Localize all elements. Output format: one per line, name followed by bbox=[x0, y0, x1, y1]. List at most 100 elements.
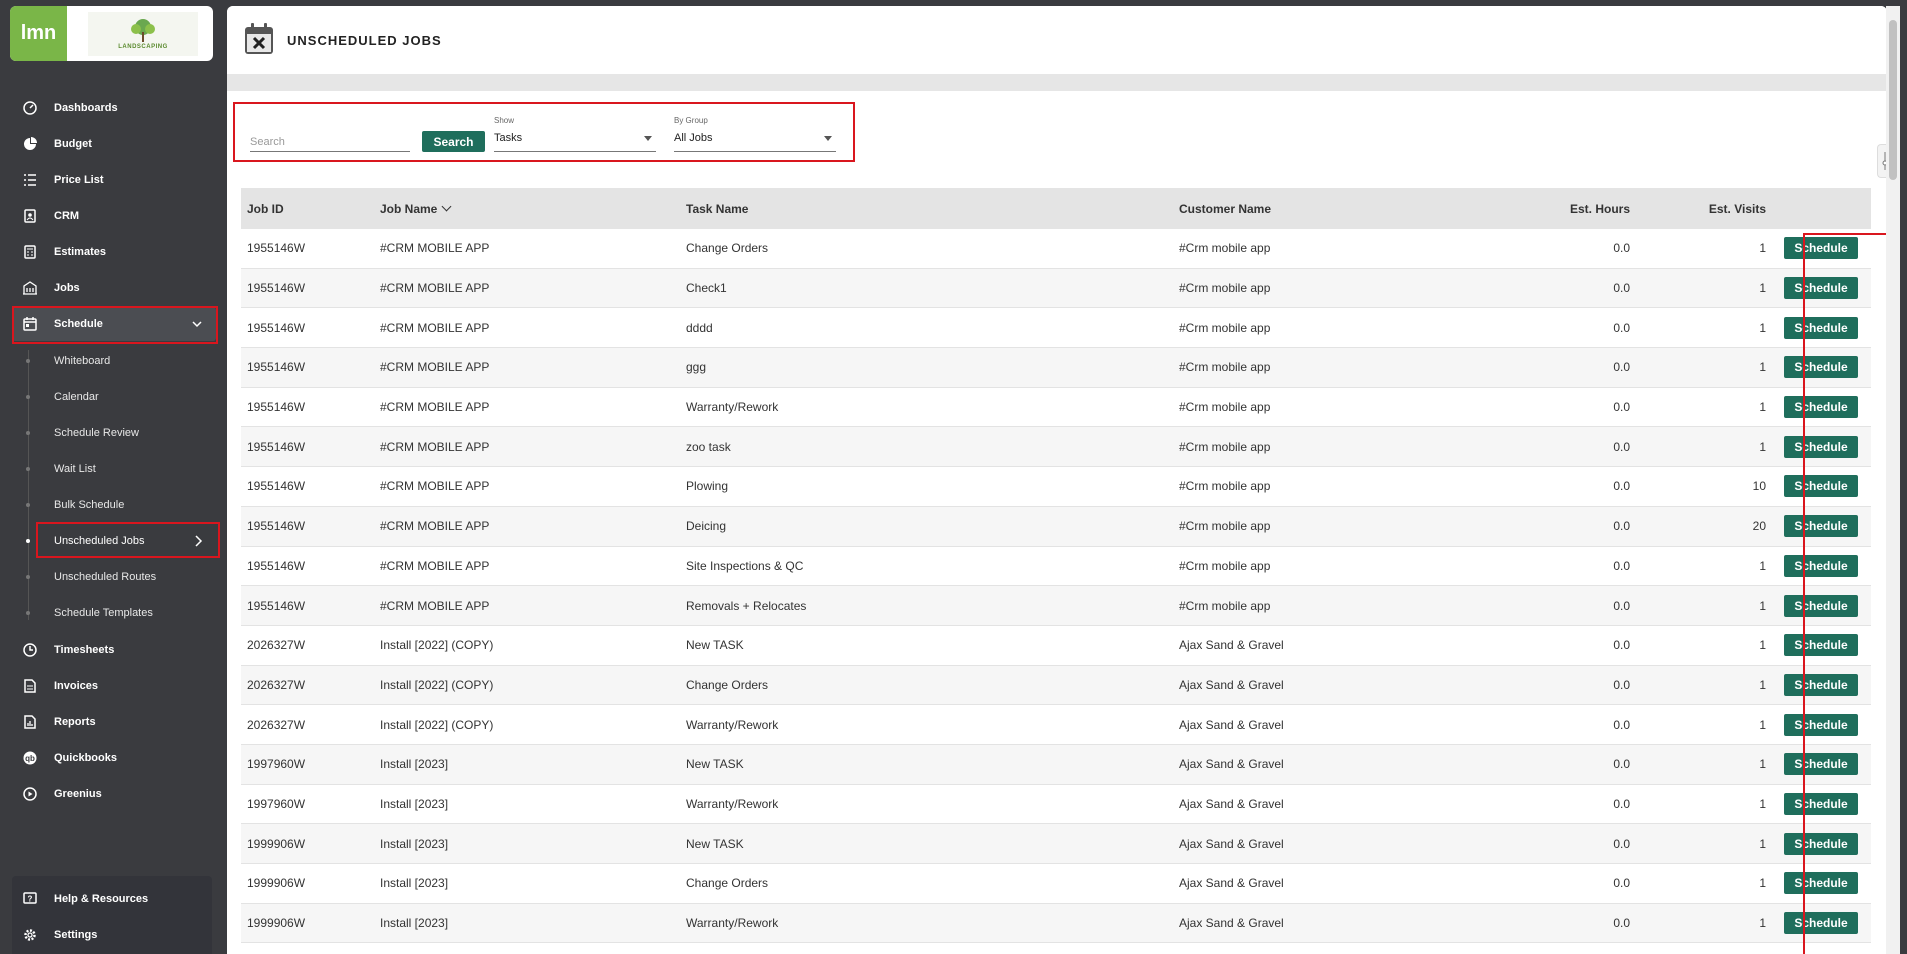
col-job-id[interactable]: Job ID bbox=[241, 202, 374, 216]
table-body: 1955146W #CRM MOBILE APP Change Orders #Crm… bbox=[241, 229, 1871, 944]
col-task-name[interactable]: Task Name bbox=[680, 202, 1173, 216]
cell-task-name: zoo task bbox=[686, 439, 731, 454]
cell-job-name: #CRM MOBILE APP bbox=[380, 241, 490, 256]
sidebar-subitem-schedule-review[interactable]: Schedule Review bbox=[36, 418, 216, 448]
submenu-line bbox=[27, 350, 29, 620]
sidebar-item-estimates[interactable]: Estimates bbox=[12, 235, 216, 269]
col-est-hours[interactable]: Est. Hours bbox=[1513, 202, 1642, 216]
cell-est-visits: 1 bbox=[1759, 876, 1766, 891]
cell-customer-name: #Crm mobile app bbox=[1179, 360, 1271, 375]
sidebar-subitem-calendar[interactable]: Calendar bbox=[36, 382, 216, 412]
sidebar-item-label: CRM bbox=[54, 210, 80, 222]
col-est-visits[interactable]: Est. Visits bbox=[1642, 202, 1778, 216]
cell-task-name: New TASK bbox=[686, 638, 744, 653]
sidebar-item-label: Price List bbox=[54, 174, 104, 186]
cell-job-id: 1997960W bbox=[247, 757, 306, 772]
cell-job-id: 2026327W bbox=[247, 717, 306, 732]
table-row: 1955146W #CRM MOBILE APP dddd #Crm mobile a… bbox=[241, 308, 1871, 349]
cell-job-id: 1955146W bbox=[247, 558, 306, 573]
cell-task-name: Warranty/Rework bbox=[686, 717, 779, 732]
lmn-logo[interactable]: lmn bbox=[10, 6, 67, 61]
cell-job-name: #CRM MOBILE APP bbox=[380, 558, 490, 573]
cell-est-hours: 0.0 bbox=[1613, 320, 1630, 335]
table-row: 1955146W #CRM MOBILE APP Deicing #Crm mobil… bbox=[241, 506, 1871, 547]
cell-job-name: #CRM MOBILE APP bbox=[380, 281, 490, 296]
submenu-dot bbox=[26, 359, 30, 363]
cell-job-id: 1955146W bbox=[247, 439, 306, 454]
cell-job-name: #CRM MOBILE APP bbox=[380, 598, 490, 613]
cell-est-hours: 0.0 bbox=[1613, 876, 1630, 891]
cell-customer-name: Ajax Sand & Gravel bbox=[1179, 757, 1284, 772]
col-job-name[interactable]: Job Name bbox=[374, 201, 680, 216]
cell-job-id: 1999906W bbox=[247, 836, 306, 851]
sidebar-item-invoices[interactable]: Invoices bbox=[12, 669, 216, 703]
cell-customer-name: #Crm mobile app bbox=[1179, 281, 1271, 296]
sidebar-item-dashboards[interactable]: Dashboards bbox=[12, 91, 216, 125]
cell-job-name: Install [2023] bbox=[380, 757, 449, 772]
table-row: 1955146W #CRM MOBILE APP Removals + Reloca… bbox=[241, 586, 1871, 626]
table-row: 2026327W Install [2022] (COPY) Change Orde… bbox=[241, 665, 1871, 706]
report-icon bbox=[22, 714, 38, 730]
col-customer-name[interactable]: Customer Name bbox=[1173, 202, 1513, 216]
cell-est-visits: 1 bbox=[1759, 439, 1766, 454]
scrollbar[interactable] bbox=[1886, 6, 1900, 954]
table-row: 1997960W Install [2023] Warranty/Rework Aja… bbox=[241, 784, 1871, 825]
scrollbar-thumb[interactable] bbox=[1889, 20, 1897, 180]
cell-job-name: #CRM MOBILE APP bbox=[380, 479, 490, 494]
cell-task-name: Deicing bbox=[686, 519, 727, 534]
cell-job-name: Install [2023] bbox=[380, 836, 449, 851]
cell-task-name: ggg bbox=[686, 360, 707, 375]
cell-job-id: 1955146W bbox=[247, 519, 306, 534]
sidebar-item-quickbooks[interactable]: qb Quickbooks bbox=[12, 741, 216, 775]
calculator-icon bbox=[22, 244, 38, 260]
cell-est-hours: 0.0 bbox=[1613, 757, 1630, 772]
page-title: UNSCHEDULED JOBS bbox=[287, 33, 442, 48]
cell-customer-name: Ajax Sand & Gravel bbox=[1179, 796, 1284, 811]
sidebar-item-greenius[interactable]: Greenius bbox=[12, 777, 216, 811]
cell-est-hours: 0.0 bbox=[1613, 836, 1630, 851]
sidebar-item-reports[interactable]: Reports bbox=[12, 705, 216, 739]
sidebar-item-settings[interactable]: Settings bbox=[12, 918, 216, 952]
cell-est-hours: 0.0 bbox=[1613, 439, 1630, 454]
sidebar-subitem-bulk-schedule[interactable]: Bulk Schedule bbox=[36, 490, 216, 520]
cell-customer-name: Ajax Sand & Gravel bbox=[1179, 638, 1284, 653]
cell-customer-name: Ajax Sand & Gravel bbox=[1179, 677, 1284, 692]
sidebar-item-jobs[interactable]: Jobs bbox=[12, 271, 216, 305]
sidebar-item-price-list[interactable]: Price List bbox=[12, 163, 216, 197]
cell-task-name: Removals + Relocates bbox=[686, 598, 807, 613]
cell-task-name: Change Orders bbox=[686, 876, 769, 891]
sidebar-subitem-wait-list[interactable]: Wait List bbox=[36, 454, 216, 484]
cell-customer-name: #Crm mobile app bbox=[1179, 598, 1271, 613]
sidebar-subitem-label: Calendar bbox=[54, 391, 99, 403]
sidebar-item-timesheets[interactable]: Timesheets bbox=[12, 633, 216, 667]
play-circle-icon bbox=[22, 786, 38, 802]
cell-est-hours: 0.0 bbox=[1613, 519, 1630, 534]
sidebar-subitem-whiteboard[interactable]: Whiteboard bbox=[36, 346, 216, 376]
cell-job-name: #CRM MOBILE APP bbox=[380, 519, 490, 534]
sidebar-subitem-unscheduled-routes[interactable]: Unscheduled Routes bbox=[36, 562, 216, 592]
jobs-table: Job ID Job Name Task Name Customer Name … bbox=[241, 188, 1871, 944]
quickbooks-icon: qb bbox=[22, 750, 38, 766]
sidebar-item-budget[interactable]: Budget bbox=[12, 127, 216, 161]
submenu-dot bbox=[26, 503, 30, 507]
cell-customer-name: #Crm mobile app bbox=[1179, 558, 1271, 573]
cell-est-visits: 1 bbox=[1759, 757, 1766, 772]
sidebar-subitem-unscheduled-jobs[interactable]: Unscheduled Jobs bbox=[36, 526, 216, 556]
cell-customer-name: #Crm mobile app bbox=[1179, 241, 1271, 256]
cell-est-hours: 0.0 bbox=[1613, 677, 1630, 692]
cell-task-name: Warranty/Rework bbox=[686, 400, 779, 415]
cell-est-visits: 1 bbox=[1759, 796, 1766, 811]
sidebar-item-help-resources[interactable]: ? Help & Resources bbox=[12, 882, 216, 916]
cell-est-visits: 1 bbox=[1759, 241, 1766, 256]
cell-est-visits: 1 bbox=[1759, 677, 1766, 692]
sidebar-subitem-schedule-templates[interactable]: Schedule Templates bbox=[36, 598, 216, 628]
sidebar-item-crm[interactable]: CRM bbox=[12, 199, 216, 233]
page-header: UNSCHEDULED JOBS bbox=[227, 6, 1887, 74]
highlight-filter-bar bbox=[233, 102, 855, 162]
cell-job-id: 1955146W bbox=[247, 400, 306, 415]
contacts-icon bbox=[22, 208, 38, 224]
cell-est-visits: 20 bbox=[1752, 519, 1766, 534]
cell-job-name: #CRM MOBILE APP bbox=[380, 400, 490, 415]
cell-task-name: New TASK bbox=[686, 757, 744, 772]
cell-est-hours: 0.0 bbox=[1613, 638, 1630, 653]
